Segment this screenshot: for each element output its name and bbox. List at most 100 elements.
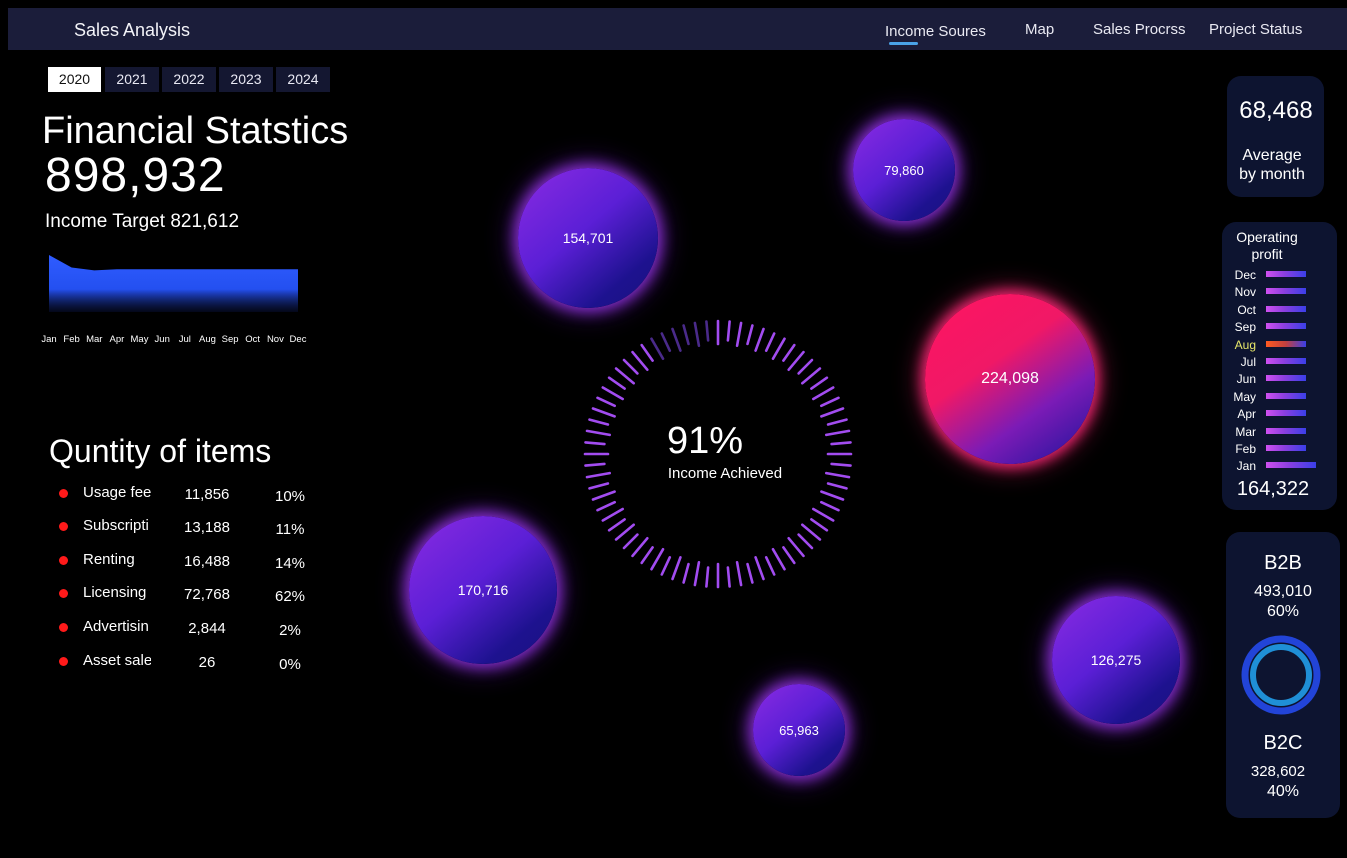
dial-tick: [640, 546, 654, 565]
quantity-value: 11,856: [184, 486, 230, 503]
b2b-b2c-donut: [1241, 635, 1321, 715]
income-bubble: 126,275: [1052, 596, 1180, 724]
x-tick-label: Feb: [63, 334, 79, 345]
x-tick-label: Jun: [155, 334, 170, 345]
nav-map[interactable]: Map: [1025, 21, 1054, 38]
x-tick-label: Nov: [267, 334, 284, 345]
quantity-row: Asset sale 26 0%: [55, 652, 325, 673]
operating-profit-bar: [1266, 375, 1306, 382]
income-bubble: 170,716: [409, 516, 557, 664]
dial-tick: [764, 556, 776, 576]
operating-profit-month: Jan: [1236, 459, 1256, 474]
x-tick-label: Dec: [290, 334, 307, 345]
quantity-value: 72,768: [184, 586, 230, 603]
dial-tick: [754, 327, 765, 352]
dial-tick: [820, 490, 845, 501]
monthly-income-area-chart: Jan Feb Mar Apr May Jun Jul Aug Sep Oct Nov Dec: [41, 255, 307, 345]
red-dot-icon: [59, 657, 68, 666]
dial-tick: [614, 523, 636, 541]
quantity-label: Usage fee: [83, 484, 151, 501]
top-bar: Sales Analysis Income Soures Map Sales P…: [8, 8, 1347, 50]
dial-tick: [830, 462, 852, 467]
b2c-percent: 40%: [1266, 783, 1300, 800]
operating-profit-month: Oct: [1237, 302, 1256, 317]
dial-tick: [826, 482, 848, 490]
financial-total: 898,932: [45, 149, 226, 202]
operating-profit-bar: [1266, 392, 1306, 399]
operating-profit-month: Nov: [1234, 285, 1256, 300]
dial-tick: [771, 548, 786, 571]
operating-profit-month: Dec: [1234, 268, 1256, 282]
dial-tick: [801, 367, 822, 385]
nav-income-sources[interactable]: Income Soures: [885, 23, 986, 40]
quantity-title: Quntity of items: [49, 433, 272, 469]
operating-profit-month: Mar: [1235, 424, 1256, 439]
quantity-percent: 0%: [279, 656, 301, 673]
year-button-2021[interactable]: 2021: [105, 67, 159, 92]
dial-tick: [631, 537, 649, 558]
dial-tick: [585, 429, 612, 437]
quantity-percent: 2%: [279, 622, 301, 639]
quantity-percent: 14%: [274, 555, 306, 572]
dial-tick: [754, 556, 765, 581]
nav-project-status[interactable]: Project Status: [1209, 21, 1302, 38]
dial-tick: [693, 321, 701, 348]
operating-profit-bar: [1266, 340, 1306, 347]
app-title: Sales Analysis: [74, 20, 191, 40]
red-dot-icon: [59, 589, 68, 598]
quantity-label: Renting: [83, 551, 135, 568]
dial-tick: [601, 507, 625, 522]
dial-tick: [787, 537, 805, 558]
year-button-2020[interactable]: 2020: [48, 67, 101, 92]
quantity-row: Renting 16,488 14%: [55, 551, 325, 572]
dial-tick: [596, 396, 617, 408]
dial-tick: [812, 386, 835, 401]
b2b-value: 493,010: [1254, 583, 1312, 600]
income-bubble: 79,860: [853, 119, 955, 221]
operating-profit-bar: [1266, 410, 1306, 417]
operating-profit-month: Feb: [1235, 442, 1256, 456]
quantity-value: 16,488: [184, 553, 230, 570]
b2b-percent: 60%: [1266, 603, 1300, 620]
average-label-line2: by month: [1239, 166, 1305, 183]
operating-profit-total: 164,322: [1236, 478, 1310, 500]
quantity-value: 26: [198, 654, 216, 671]
dial-tick: [622, 533, 639, 550]
dial-tick: [797, 533, 814, 550]
dial-tick: [746, 562, 754, 584]
dial-tick: [726, 566, 731, 588]
dial-tick: [801, 523, 822, 541]
dial-tick: [705, 320, 710, 342]
nav-sales-process[interactable]: Sales Procrss: [1093, 21, 1186, 38]
dial-tick: [825, 429, 851, 437]
year-button-2022[interactable]: 2022: [162, 67, 216, 92]
dial-tick: [631, 350, 649, 372]
income-bubble: 224,098: [925, 294, 1095, 464]
dial-tick: [782, 546, 796, 565]
dial-tick: [735, 561, 743, 587]
dial-tick: [650, 337, 665, 361]
dial-tick: [820, 407, 845, 418]
dial-tick: [705, 566, 710, 588]
dial-tick: [820, 396, 840, 408]
operating-profit-title-line2: profit: [1251, 246, 1283, 262]
income-bubble: 65,963: [753, 684, 845, 776]
dial-tick: [585, 471, 612, 479]
average-value: 68,468: [1239, 97, 1313, 124]
operating-profit-bar: [1266, 323, 1306, 330]
average-label: Average by month: [1228, 146, 1316, 184]
dial-tick: [671, 327, 682, 352]
operating-profit-month: Aug: [1234, 337, 1256, 352]
dial-tick: [812, 507, 835, 522]
income-target: Income Target 821,612: [45, 211, 240, 232]
year-button-2024[interactable]: 2024: [276, 67, 330, 92]
x-tick-label: Mar: [86, 334, 102, 345]
red-dot-icon: [59, 522, 68, 531]
dial-tick: [601, 386, 625, 401]
dial-tick: [735, 321, 743, 348]
income-achieved-percent: 91%: [666, 420, 744, 462]
dial-tick: [588, 418, 610, 426]
year-button-2023[interactable]: 2023: [219, 67, 273, 92]
dial-tick: [810, 376, 829, 390]
dial-tick: [797, 358, 814, 375]
